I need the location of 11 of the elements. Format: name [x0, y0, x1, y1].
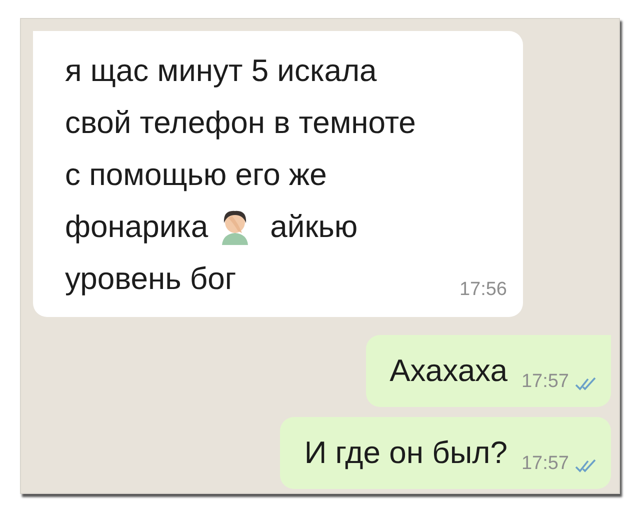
message-text: И где он был? — [304, 435, 508, 471]
message-text: айкью — [270, 209, 358, 245]
message-text: Ахахаха — [390, 353, 508, 389]
message-text: с помощью его же — [65, 157, 327, 193]
message-time: 17:57 — [521, 371, 569, 394]
message-text: фонарика — [65, 209, 208, 245]
message-text: уровень бог — [65, 261, 236, 297]
message-text: свой телефон в темноте — [65, 105, 416, 141]
message-text: я щас минут 5 искала — [65, 53, 377, 89]
message-time: 17:57 — [521, 453, 569, 476]
message-time: 17:56 — [459, 279, 507, 302]
